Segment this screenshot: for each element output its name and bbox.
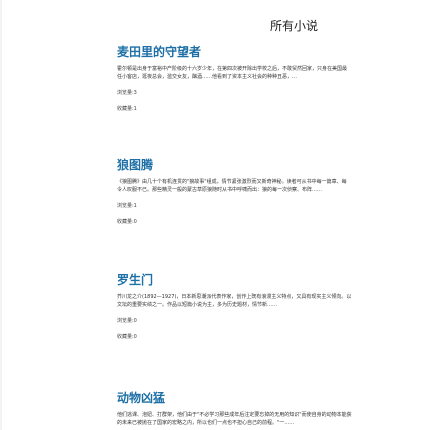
novel-description: 《狼图腾》由几十个有机连贯的"狼故事"组成，情节紧张激烈而又新奇神秘。读者可从书… xyxy=(117,178,430,194)
collect-count: 收藏量:0 xyxy=(117,219,137,225)
novel-description-line: 芥川龙之介(1892—1927)，日本新思潮派代表作家，创作上既有浪漫主义特点，… xyxy=(117,294,352,300)
novel-description-line: 霍尔顿是出身于富裕中产阶级的十六岁少年，在第四次被开除出学校之后，不敢贸然回家，… xyxy=(117,66,348,72)
view-count: 浏览量:3 xyxy=(117,90,137,96)
novel-title-link[interactable]: 动物凶猛 xyxy=(117,391,430,405)
novel-description-line: 令人叹服不已。那些精灵一般的蒙古草原狼随时从书中呼啸而出：狼的每一次侦察、布阵…… xyxy=(117,187,323,193)
novel-item: 狼图腾 《狼图腾》由几十个有机连贯的"狼故事"组成，情节紧张激烈而又新奇神秘。读… xyxy=(117,158,430,226)
novel-item: 麦田里的守望者 霍尔顿是出身于富裕中产阶级的十六岁少年，在第四次被开除出学校之后… xyxy=(117,45,430,113)
novel-description-line: 《狼图腾》由几十个有机连贯的"狼故事"组成，情节紧张激烈而又新奇神秘。读者可从书… xyxy=(117,179,347,185)
collect-count: 收藏量:0 xyxy=(117,334,137,340)
novel-list-page: 所有小说 麦田里的守望者 霍尔顿是出身于富裕中产阶级的十六岁少年，在第四次被开除… xyxy=(0,0,430,430)
novel-description: 芥川龙之介(1892—1927)，日本新思潮派代表作家，创作上既有浪漫主义特点，… xyxy=(117,293,430,309)
novel-item: 罗生门 芥川龙之介(1892—1927)，日本新思潮派代表作家，创作上既有浪漫主… xyxy=(117,273,430,341)
left-edge-divider xyxy=(0,0,2,430)
novel-description-line: 他们逃课、泡妞、打群架，他们由于"不必学习那些成年后注定要忘掉的无用的知识"而使… xyxy=(117,412,352,418)
novel-description: 霍尔顿是出身于富裕中产阶级的十六岁少年，在第四次被开除出学校之后，不敢贸然回家，… xyxy=(117,65,430,81)
view-count: 浏览量:1 xyxy=(117,203,137,209)
novel-title-link[interactable]: 罗生门 xyxy=(117,273,430,287)
novel-description-line: 文坛的重要实绩之一。作品以短篇小说为主，多为历史题材，情节新…… xyxy=(117,302,278,308)
novel-title-link[interactable]: 麦田里的守望者 xyxy=(117,45,430,59)
collect-count: 收藏量:1 xyxy=(117,106,137,112)
novel-description-line: 的未来已被抛在了国家的宏略之内，所以也们一点也不担心自己的前程。"一…… xyxy=(117,420,295,426)
view-count: 浏览量:0 xyxy=(117,318,137,324)
novel-item: 动物凶猛 他们逃课、泡妞、打群架，他们由于"不必学习那些成年后注定要忘掉的无用的… xyxy=(117,391,430,427)
novel-title-link[interactable]: 狼图腾 xyxy=(117,158,430,172)
page-title: 所有小说 xyxy=(269,19,318,33)
novel-description-line: 任小客店，逛夜总会，滥交女友，酗酒……他看到了资本主义社会的种种丑恶，… xyxy=(117,74,298,80)
novel-description: 他们逃课、泡妞、打群架，他们由于"不必学习那些成年后注定要忘掉的无用的知识"而使… xyxy=(117,411,430,427)
